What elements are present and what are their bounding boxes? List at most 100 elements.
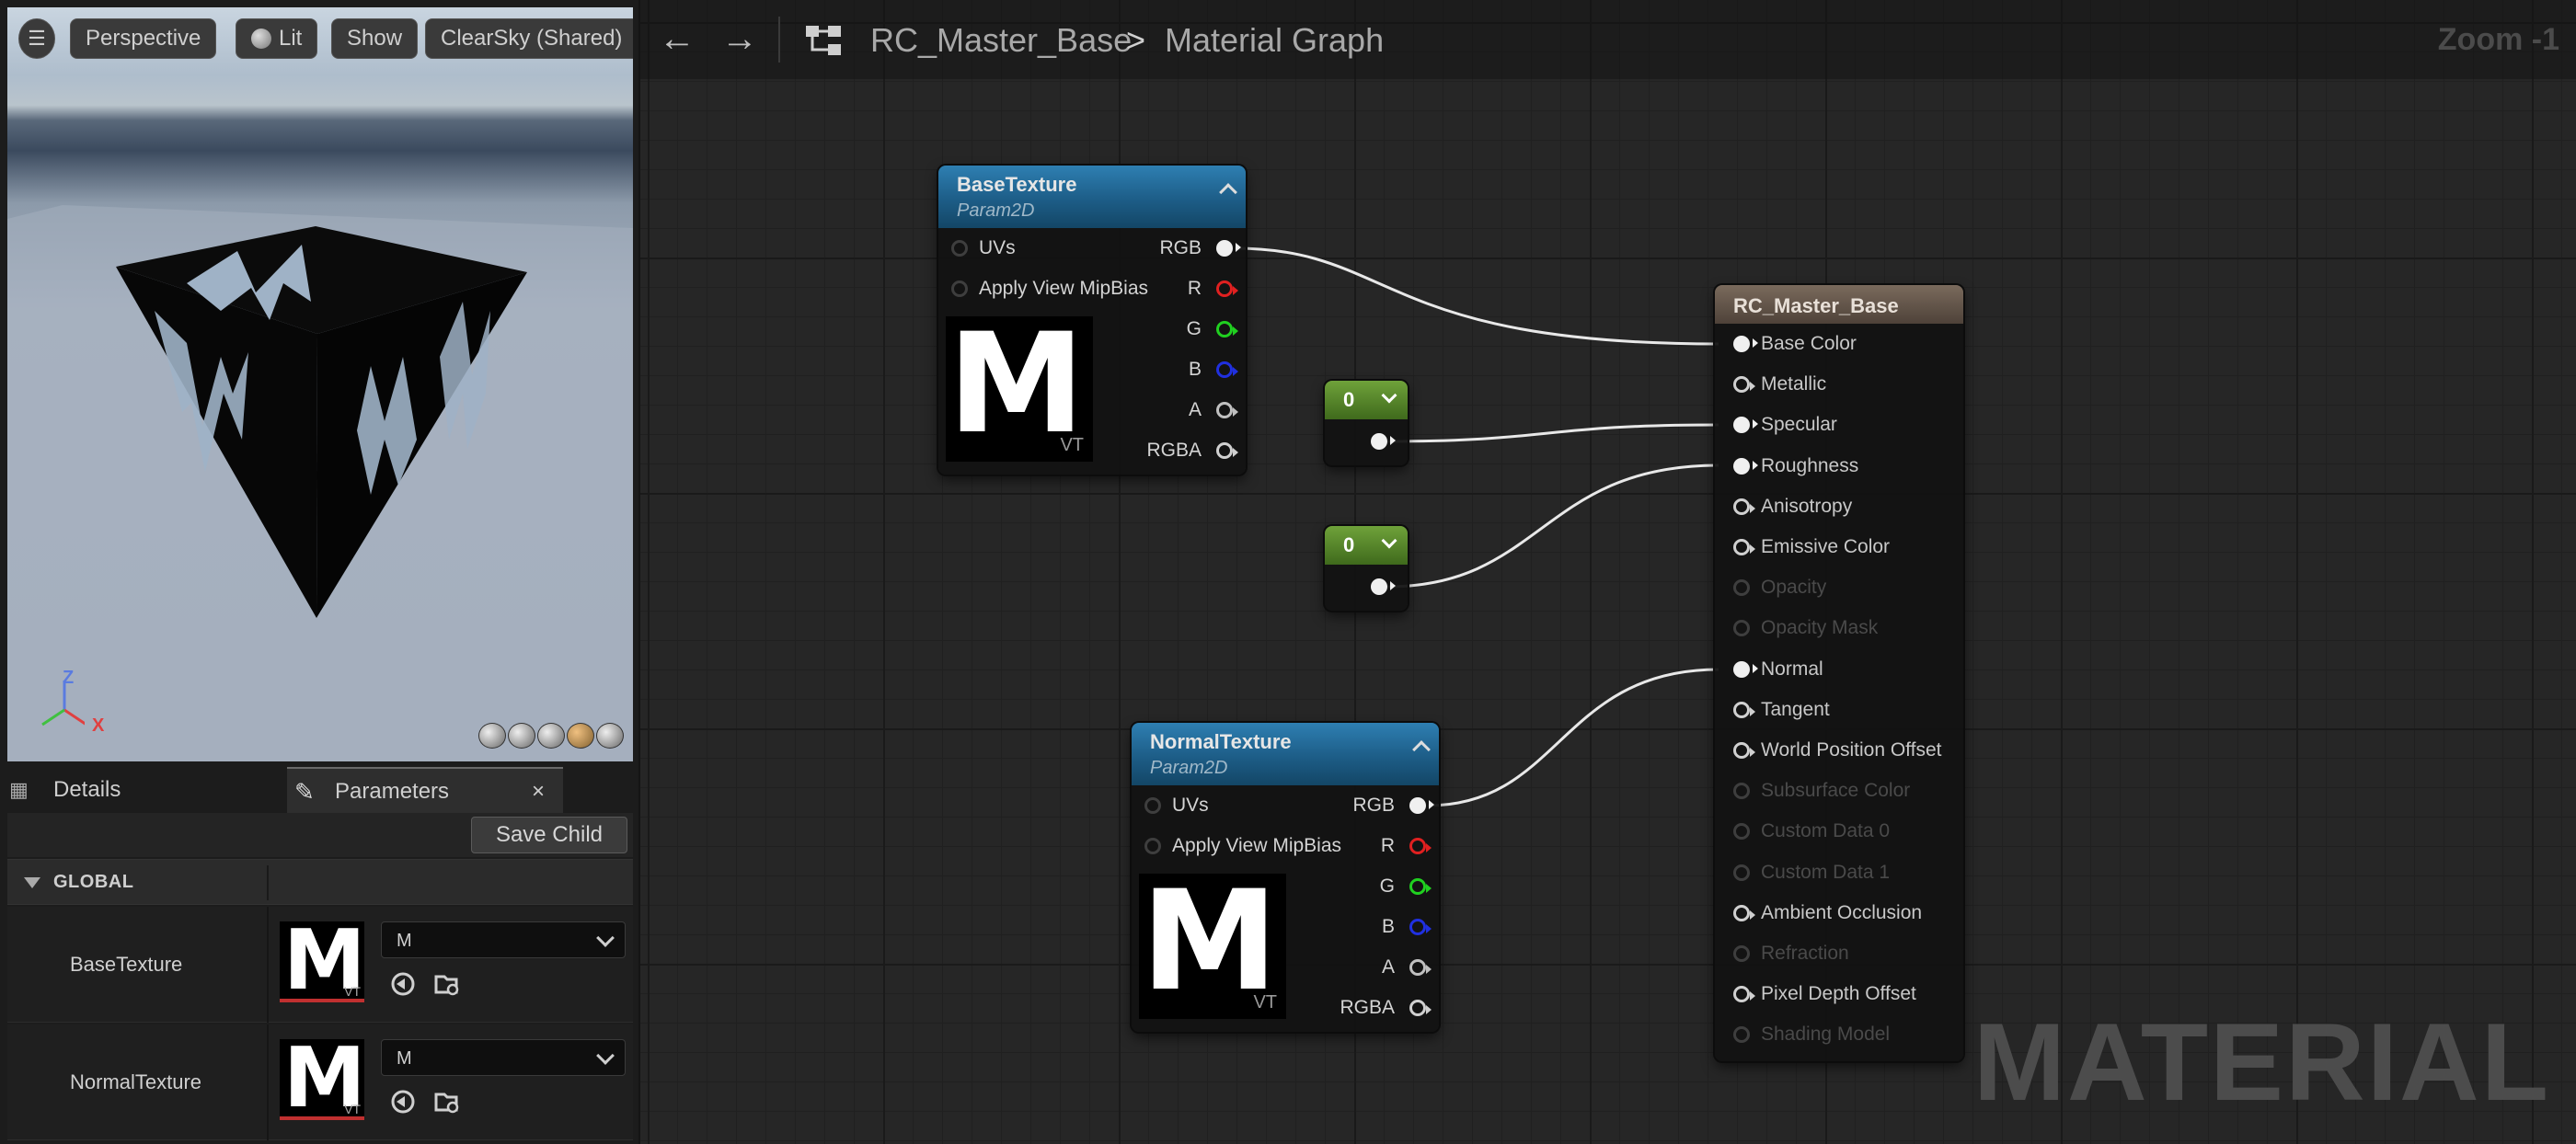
node-header[interactable]: 0 [1325,526,1408,565]
input-pin[interactable] [1733,742,1755,759]
output-pin[interactable] [1371,433,1396,450]
parameters-toolbar: Save Child [7,813,633,857]
show-button[interactable]: Show [331,18,419,59]
forward-arrow-icon[interactable]: → [721,20,758,57]
pin-label: RGBA [1340,997,1395,1018]
lit-button[interactable]: Lit [236,18,318,59]
sphere-icon[interactable] [508,723,535,749]
pin-label: Specular [1761,414,1837,436]
pin-label: Base Color [1761,333,1857,354]
output-pin[interactable] [1371,578,1396,595]
input-pin[interactable] [1733,701,1755,718]
material-preview-viewport[interactable]: ☰ Perspective Lit Show ClearSky (Shared)… [7,7,633,761]
mesh-icon[interactable] [596,723,624,749]
input-pin[interactable] [1733,579,1750,597]
pin-label: RGBA [1146,440,1202,461]
chevron-down-icon [596,929,615,947]
sky-dropdown[interactable]: ClearSky (Shared) [425,18,633,59]
breadcrumb-separator: > [1126,21,1146,59]
constant-value[interactable]: 0 [1343,533,1354,557]
pin-label: Anisotropy [1761,495,1853,517]
lit-sphere-icon [251,29,271,49]
input-pin[interactable] [1733,498,1755,515]
axis-x-label: X [92,715,105,736]
use-selected-icon[interactable] [388,1087,418,1116]
pin-label: A [1188,399,1202,420]
input-pin[interactable] [1733,417,1758,434]
texture-asset-picker[interactable]: M [381,1039,626,1076]
wire-normal [1427,668,1719,807]
texture-thumbnail[interactable]: M VT [280,921,364,1002]
collapse-icon[interactable] [1219,183,1237,201]
input-pin[interactable] [1733,864,1750,881]
graph-hierarchy-icon[interactable] [804,24,845,57]
base-texture-node[interactable]: BaseTexture Param2D UVs Apply View MipBi… [938,166,1246,475]
node-title: RC_Master_Base [1733,294,1899,317]
global-category-header[interactable]: GLOBAL [7,859,633,905]
perspective-button[interactable]: Perspective [70,18,217,59]
pin-label: Subsurface Color [1761,780,1911,802]
pencil-icon: ✎ [294,778,315,806]
material-result-node[interactable]: RC_Master_Base Base Color Metallic Specula… [1715,285,1963,1061]
texture-preview: M VT [946,316,1093,462]
hamburger-icon[interactable]: ☰ [18,18,55,59]
texture-thumbnail[interactable]: M VT [280,1039,364,1120]
cube-icon[interactable] [567,723,594,749]
texture-asset-picker[interactable]: M [381,921,626,958]
input-pin[interactable] [1733,660,1758,678]
wire-basecolor [1234,246,1719,346]
pin-label: Custom Data 0 [1761,820,1891,842]
tab-parameters-label: Parameters [335,779,450,804]
constant-value[interactable]: 0 [1343,388,1354,412]
input-pin[interactable] [1733,823,1750,841]
pin-label: Shading Model [1761,1024,1891,1046]
node-header[interactable]: BaseTexture Param2D [938,166,1246,228]
tab-details[interactable]: ▦ Details [9,767,285,813]
pin-label: RGB [1159,237,1202,258]
collapse-icon[interactable] [1412,740,1431,759]
sky-label: ClearSky (Shared) [441,26,623,51]
close-icon[interactable]: × [532,769,545,815]
tab-parameters[interactable]: ✎ Parameters × [287,767,563,813]
use-selected-icon[interactable] [388,969,418,999]
input-pin[interactable] [1733,457,1758,475]
breadcrumb-graph[interactable]: Material Graph [1165,22,1384,59]
wire-specular [1386,423,1719,443]
save-child-button[interactable]: Save Child [470,817,627,853]
cylinder-icon[interactable] [478,723,506,749]
pin-label: Metallic [1761,373,1827,395]
pin-label: UVs [979,237,1016,258]
input-pin[interactable] [1733,620,1750,637]
constant-node[interactable]: 0 [1325,381,1408,465]
input-pin[interactable] [1733,376,1755,394]
input-pin[interactable] [1733,904,1755,921]
chevron-down-icon[interactable] [1381,532,1397,549]
input-pin[interactable] [1733,783,1750,800]
browse-folder-icon[interactable] [432,1087,462,1116]
virtual-texture-badge: VT [1253,992,1277,1012]
input-pin[interactable] [1733,945,1750,962]
pin-label: Refraction [1761,943,1849,964]
pin-label: Apply View MipBias [1172,835,1342,856]
input-pin[interactable] [1733,1026,1750,1044]
material-graph-canvas[interactable]: ← → RC_Master_Base > Material Graph Zoom… [640,0,2576,1144]
pin-label: A [1381,956,1395,978]
back-arrow-icon[interactable]: ← [659,20,696,57]
node-subtitle: Param2D [957,200,1035,221]
node-title: NormalTexture [1150,730,1292,753]
constant-node[interactable]: 0 [1325,526,1408,611]
input-pin[interactable] [1733,539,1755,555]
collapse-arrow-icon[interactable] [24,877,40,888]
plane-icon[interactable] [537,723,565,749]
input-pin[interactable] [1733,986,1755,1003]
node-header[interactable]: NormalTexture Param2D [1132,723,1439,785]
chevron-down-icon[interactable] [1381,387,1397,404]
wire-roughness [1386,463,1719,589]
node-header[interactable]: 0 [1325,381,1408,419]
input-pin[interactable] [1733,336,1758,352]
normal-texture-node[interactable]: NormalTexture Param2D UVs Apply View Mip… [1132,723,1439,1032]
chevron-down-icon [596,1047,615,1065]
breadcrumb-asset[interactable]: RC_Master_Base [870,22,1132,59]
browse-folder-icon[interactable] [432,969,462,999]
node-header[interactable]: RC_Master_Base [1715,285,1963,324]
